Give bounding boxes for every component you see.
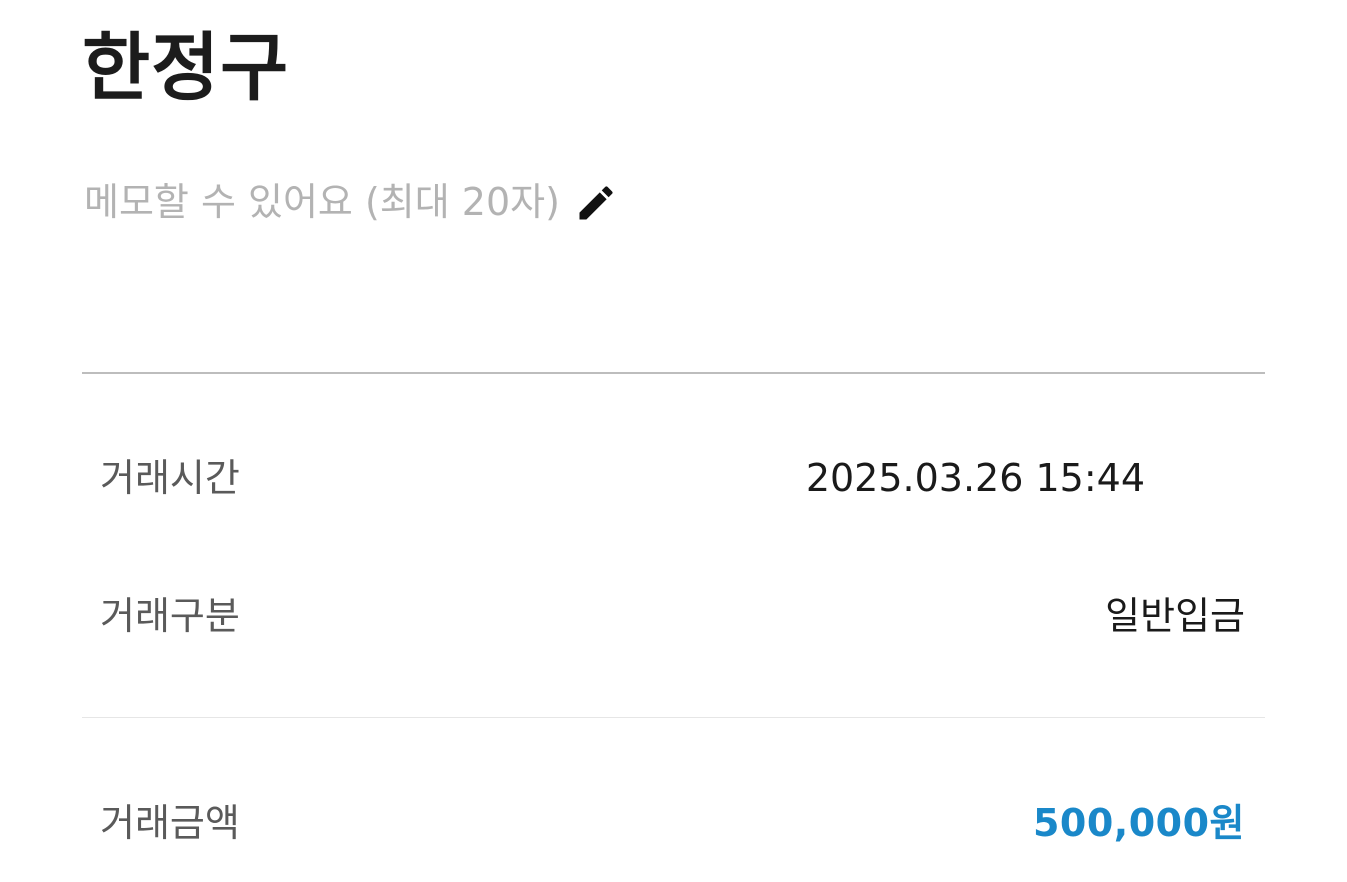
amount-label: 거래금액 <box>100 801 240 845</box>
time-label: 거래시간 <box>100 456 240 500</box>
row-divider <box>82 717 1265 718</box>
memo-placeholder: 메모할 수 있어요 (최대 20자) <box>84 180 560 224</box>
detail-row-time: 거래시간 2025.03.26 15:44 <box>100 448 1245 508</box>
amount-value: 500,000원 <box>1032 801 1245 845</box>
time-value: 2025.03.26 15:44 <box>805 456 1145 500</box>
type-value: 일반입금 <box>1105 594 1245 638</box>
type-label: 거래구분 <box>100 594 240 638</box>
counterparty-name: 한정구 <box>82 25 290 111</box>
section-divider <box>82 372 1265 374</box>
detail-row-amount: 거래금액 500,000원 <box>100 793 1245 853</box>
pencil-icon[interactable] <box>574 181 618 225</box>
detail-row-type: 거래구분 일반입금 <box>100 586 1245 646</box>
memo-edit-row[interactable]: 메모할 수 있어요 (최대 20자) <box>84 180 618 226</box>
